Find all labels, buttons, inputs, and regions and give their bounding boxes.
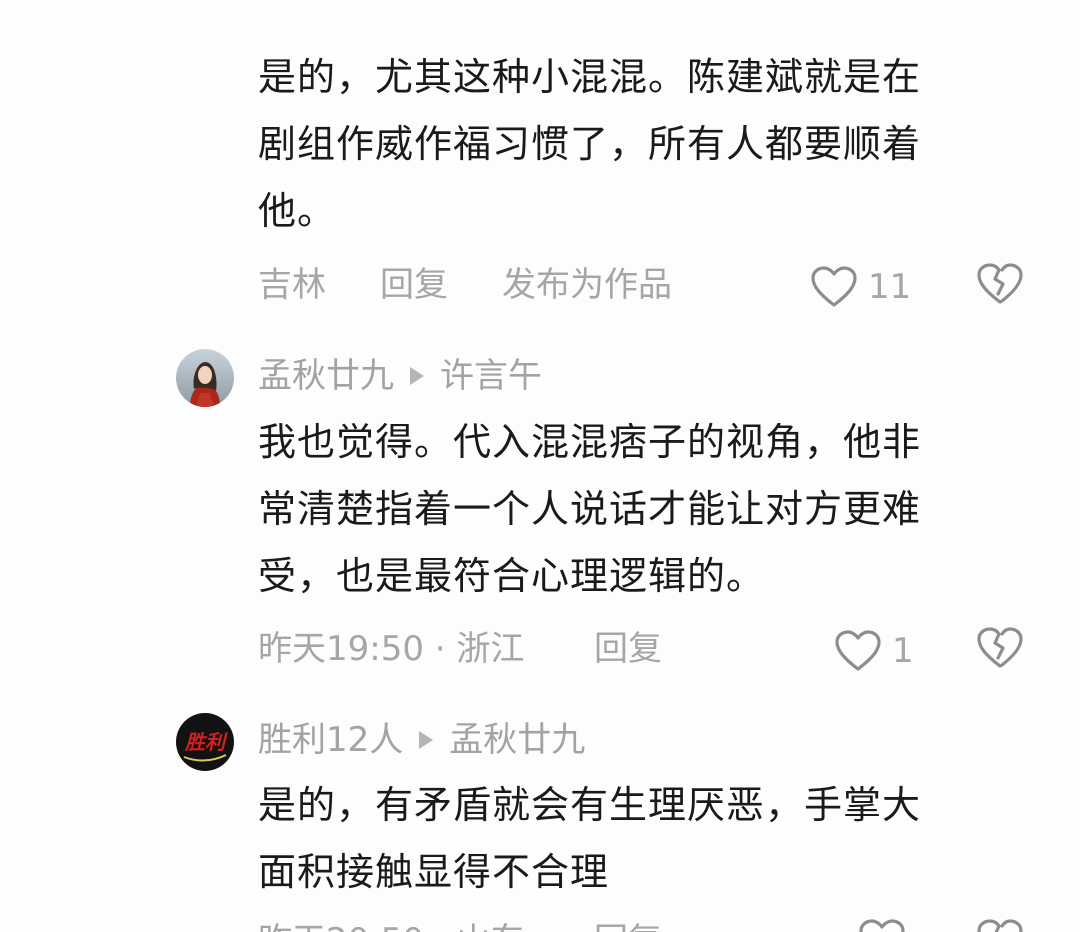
like-count: 11: [868, 267, 912, 307]
comment-text: 我也觉得。代入混混痞子的视角，他非 常清楚指着一个人说话才能让对方更难 受，也是…: [258, 420, 922, 598]
reply-button[interactable]: 回复: [380, 260, 448, 310]
like-heart-icon: [858, 918, 906, 932]
username[interactable]: 孟秋廿九: [258, 354, 394, 398]
avatar[interactable]: [176, 349, 234, 407]
reply-button[interactable]: 回复: [594, 916, 662, 932]
like-button[interactable]: 1: [834, 626, 914, 676]
publish-as-work-button[interactable]: 发布为作品: [502, 260, 672, 310]
like-heart-icon: [810, 265, 858, 309]
dislike-button[interactable]: [976, 626, 1024, 670]
comment-text: 是的，有矛盾就会有生理厌恶，手掌大 面积接触显得不合理: [258, 783, 922, 894]
comment-location: 吉林: [258, 265, 326, 305]
like-count: 1: [892, 631, 914, 671]
reply-arrow-icon: [419, 731, 434, 749]
comment-header: 孟秋廿九 许言午: [258, 354, 542, 398]
dislike-broken-heart-icon: [976, 626, 1024, 670]
reply-arrow-icon: [410, 367, 424, 385]
comment-text: 是的，尤其这种小混混。陈建斌就是在 剧组作威作福习惯了，所有人都要顺着 他。: [258, 55, 922, 233]
dislike-button[interactable]: [976, 262, 1024, 306]
avatar-lettering: 胜利: [184, 730, 228, 754]
comment-thread: 是的，尤其这种小混混。陈建斌就是在 剧组作威作福习惯了，所有人都要顺着 他。 吉…: [0, 0, 1080, 932]
dislike-broken-heart-icon: [976, 262, 1024, 306]
comment-time-location: 昨天20:50 · 山东: [258, 916, 524, 932]
dislike-broken-heart-icon: [976, 918, 1024, 932]
reply-to-username[interactable]: 许言午: [440, 354, 542, 398]
comment-time-location: 昨天19:50 · 浙江: [258, 629, 525, 669]
reply-button[interactable]: 回复: [594, 624, 662, 674]
comment-meta: 吉林 回复 发布为作品 11: [258, 260, 1038, 310]
dislike-button[interactable]: [976, 918, 1024, 932]
like-button[interactable]: 11: [810, 262, 911, 312]
username[interactable]: 胜利12人: [258, 718, 403, 762]
reply-to-username[interactable]: 孟秋廿九: [449, 718, 585, 762]
like-button[interactable]: [858, 918, 906, 932]
comment-meta: 昨天20:50 · 山东 回复: [258, 916, 1038, 932]
like-heart-icon: [834, 629, 882, 673]
avatar[interactable]: 胜利: [176, 713, 234, 771]
comment-meta: 昨天19:50 · 浙江 回复 1: [258, 624, 1038, 674]
comment-header: 胜利12人 孟秋廿九: [258, 718, 585, 762]
